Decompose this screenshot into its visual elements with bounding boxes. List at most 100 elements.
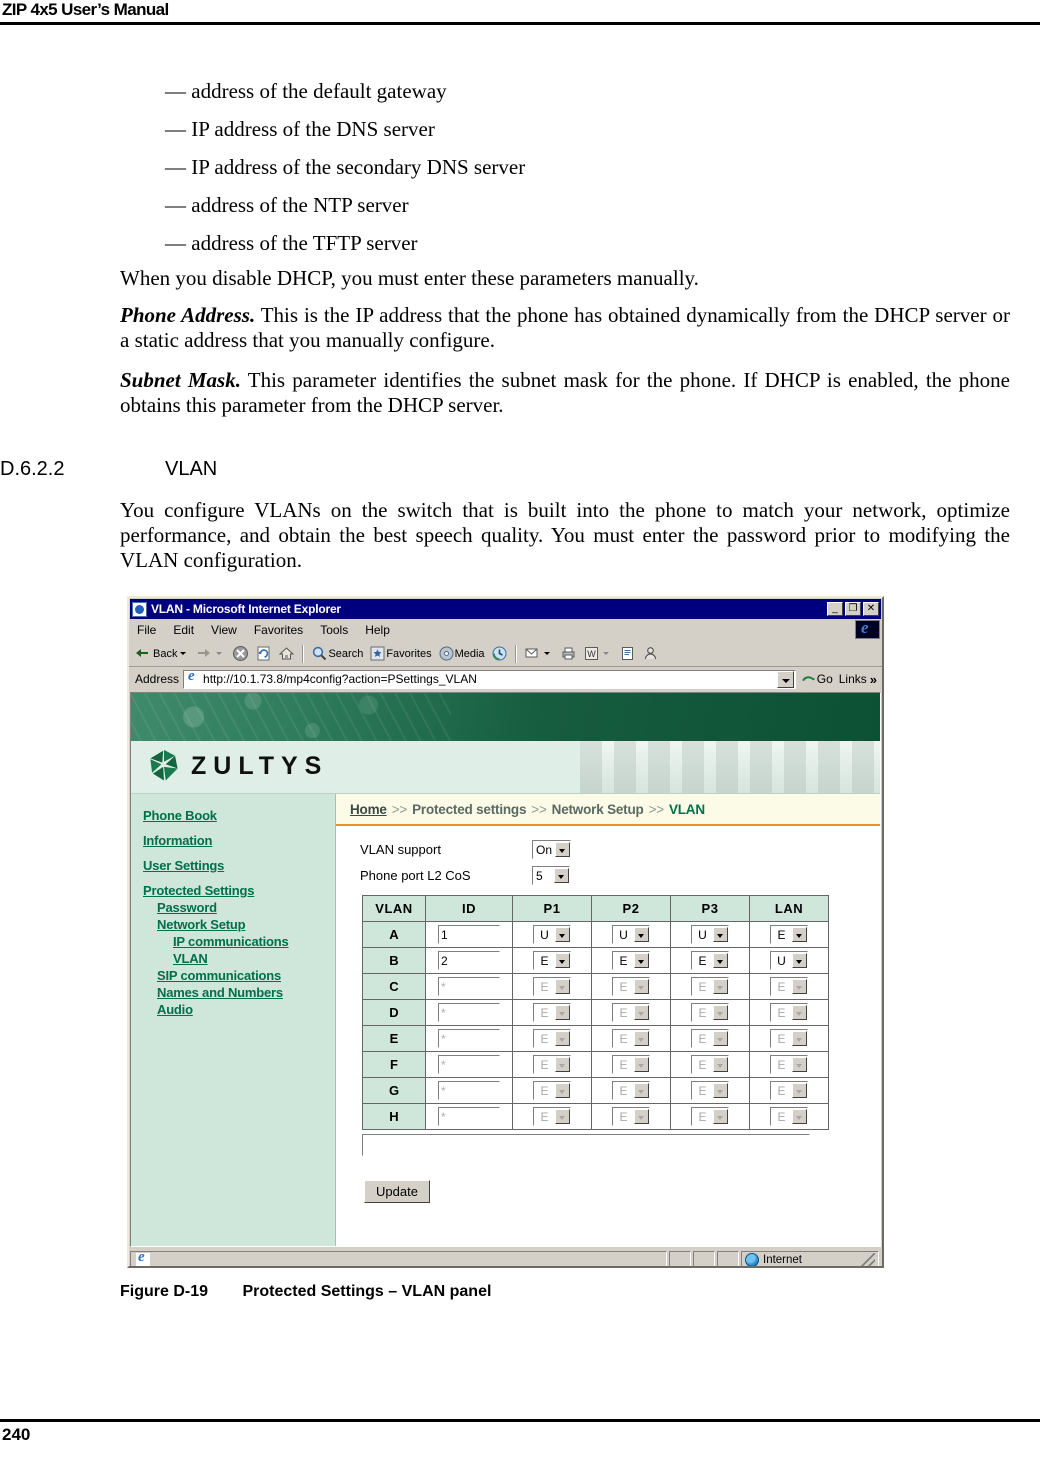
forward-button[interactable] <box>193 643 229 665</box>
address-input[interactable]: http://10.1.73.8/mp4config?action=PSetti… <box>183 668 796 689</box>
p1-select-f[interactable]: E <box>533 1055 571 1074</box>
resize-grip-icon[interactable] <box>861 1253 875 1266</box>
chevron-down-icon[interactable] <box>634 979 649 994</box>
chevron-down-icon[interactable] <box>555 842 571 857</box>
chevron-down-icon[interactable] <box>634 1031 649 1046</box>
lan-select-a[interactable]: E <box>770 925 808 944</box>
stop-button[interactable] <box>229 643 252 665</box>
close-button[interactable]: ✕ <box>863 602 879 616</box>
chevron-down-icon[interactable] <box>555 1031 570 1046</box>
print-button[interactable] <box>557 643 580 665</box>
lan-select-d[interactable]: E <box>770 1003 808 1022</box>
sidebar-item-protected-settings[interactable]: Protected Settings <box>143 883 335 898</box>
chevron-down-icon[interactable] <box>634 927 649 942</box>
sidebar-item-phone-book[interactable]: Phone Book <box>143 808 335 823</box>
menu-item-file[interactable]: File <box>137 623 156 637</box>
chevron-down-icon[interactable] <box>792 1083 807 1098</box>
sidebar-item-network-setup[interactable]: Network Setup <box>157 917 335 932</box>
edit-with-word-button[interactable]: W <box>580 643 616 665</box>
menu-item-favorites[interactable]: Favorites <box>254 623 303 637</box>
menu-item-help[interactable]: Help <box>365 623 390 637</box>
vlan-id-input-c[interactable] <box>438 977 500 996</box>
p2-select-a[interactable]: U <box>612 925 650 944</box>
p1-select-e[interactable]: E <box>533 1029 571 1048</box>
chevron-down-icon[interactable] <box>634 1083 649 1098</box>
go-button[interactable]: Go <box>796 672 839 686</box>
p2-select-e[interactable]: E <box>612 1029 650 1048</box>
lan-select-c[interactable]: E <box>770 977 808 996</box>
p1-select-b[interactable]: E <box>533 951 571 970</box>
mail-button[interactable] <box>521 643 557 665</box>
chevron-down-icon[interactable] <box>792 953 807 968</box>
lan-select-g[interactable]: E <box>770 1081 808 1100</box>
p1-select-h[interactable]: E <box>533 1107 571 1126</box>
home-button[interactable] <box>275 643 298 665</box>
vlan-support-select[interactable]: On <box>532 840 572 859</box>
vlan-id-input-a[interactable] <box>438 925 500 944</box>
sidebar-item-audio[interactable]: Audio <box>157 1002 335 1017</box>
lan-select-b[interactable]: U <box>770 951 808 970</box>
favorites-button[interactable]: Favorites <box>366 643 434 665</box>
history-button[interactable] <box>488 643 511 665</box>
vlan-id-input-g[interactable] <box>438 1081 500 1100</box>
p3-select-g[interactable]: E <box>691 1081 729 1100</box>
chevron-down-icon[interactable] <box>713 1031 728 1046</box>
chevron-down-icon[interactable] <box>792 1031 807 1046</box>
media-button[interactable]: Media <box>435 643 488 665</box>
p3-select-c[interactable]: E <box>691 977 729 996</box>
edit-dropdown-icon[interactable] <box>602 652 609 655</box>
sidebar-item-ip-communications[interactable]: IP communications <box>173 934 335 949</box>
search-button[interactable]: Search <box>308 643 366 665</box>
chevron-down-icon[interactable] <box>634 1109 649 1124</box>
p2-select-g[interactable]: E <box>612 1081 650 1100</box>
vlan-id-input-e[interactable] <box>438 1029 500 1048</box>
p3-select-a[interactable]: U <box>691 925 729 944</box>
chevron-down-icon[interactable] <box>792 1057 807 1072</box>
p3-select-h[interactable]: E <box>691 1107 729 1126</box>
p1-select-c[interactable]: E <box>533 977 571 996</box>
sidebar-item-names-and-numbers[interactable]: Names and Numbers <box>157 985 335 1000</box>
p1-select-d[interactable]: E <box>533 1003 571 1022</box>
refresh-button[interactable] <box>252 643 275 665</box>
sidebar-item-password[interactable]: Password <box>157 900 335 915</box>
chevron-down-icon[interactable] <box>555 927 570 942</box>
sidebar-item-user-settings[interactable]: User Settings <box>143 858 335 873</box>
p2-select-b[interactable]: E <box>612 951 650 970</box>
chevron-down-icon[interactable] <box>634 953 649 968</box>
chevron-down-icon[interactable] <box>555 1057 570 1072</box>
sidebar-item-vlan[interactable]: VLAN <box>173 951 335 966</box>
p2-select-d[interactable]: E <box>612 1003 650 1022</box>
chevron-down-icon[interactable] <box>713 1057 728 1072</box>
chevron-down-icon[interactable] <box>555 1005 570 1020</box>
chevron-down-icon[interactable] <box>634 1057 649 1072</box>
security-zone-pane[interactable]: Internet <box>741 1251 879 1266</box>
chevron-right-icon[interactable]: » <box>870 672 877 687</box>
chevron-down-icon[interactable] <box>555 953 570 968</box>
back-dropdown-icon[interactable] <box>180 652 187 655</box>
forward-dropdown-icon[interactable] <box>216 652 223 655</box>
menu-item-tools[interactable]: Tools <box>320 623 348 637</box>
p1-select-g[interactable]: E <box>533 1081 571 1100</box>
lan-select-h[interactable]: E <box>770 1107 808 1126</box>
chevron-down-icon[interactable] <box>792 1109 807 1124</box>
chevron-down-icon[interactable] <box>554 868 569 883</box>
chevron-down-icon[interactable] <box>792 1005 807 1020</box>
l2cos-select[interactable]: 5 <box>532 866 570 885</box>
chevron-down-icon[interactable] <box>713 953 728 968</box>
update-button[interactable]: Update <box>364 1180 430 1203</box>
p3-select-e[interactable]: E <box>691 1029 729 1048</box>
p2-select-h[interactable]: E <box>612 1107 650 1126</box>
address-dropdown-icon[interactable] <box>776 670 794 688</box>
breadcrumb-network-setup[interactable]: Network Setup <box>552 802 644 817</box>
vlan-notes-input[interactable] <box>362 1134 810 1156</box>
minimize-button[interactable]: _ <box>827 602 843 616</box>
chevron-down-icon[interactable] <box>713 1109 728 1124</box>
vlan-id-input-b[interactable] <box>438 951 500 970</box>
p3-select-d[interactable]: E <box>691 1003 729 1022</box>
p1-select-a[interactable]: U <box>533 925 571 944</box>
chevron-down-icon[interactable] <box>555 1109 570 1124</box>
breadcrumb-home[interactable]: Home <box>350 802 387 817</box>
vlan-id-input-f[interactable] <box>438 1055 500 1074</box>
chevron-down-icon[interactable] <box>792 927 807 942</box>
chevron-down-icon[interactable] <box>555 1083 570 1098</box>
